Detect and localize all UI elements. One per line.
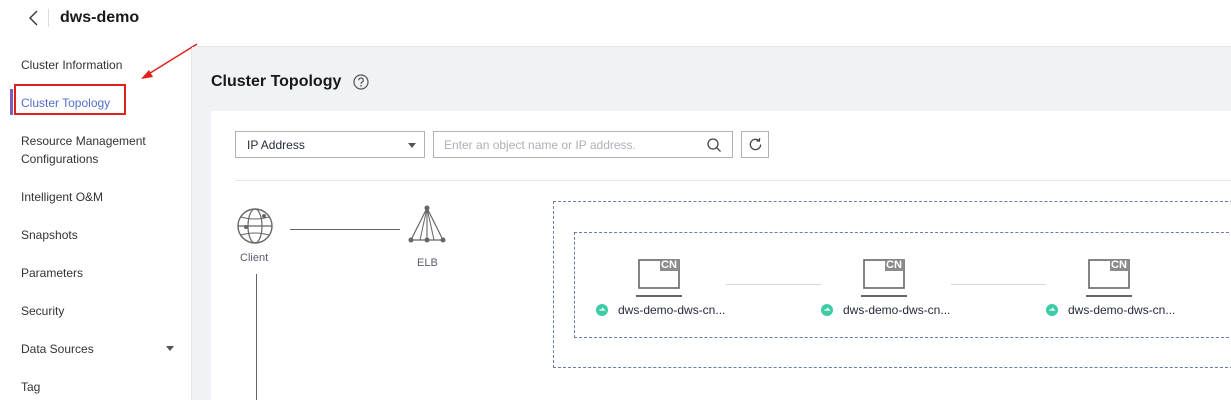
sidebar-item-security[interactable]: Security (21, 302, 64, 320)
cn-link (726, 284, 821, 285)
sidebar-item-intelligent-om[interactable]: Intelligent O&M (21, 188, 103, 206)
elb-icon[interactable] (406, 205, 448, 247)
page-title: Cluster Topology (211, 73, 342, 90)
chevron-left-icon[interactable] (26, 8, 42, 28)
cn-node-name: dws-demo-dws-cn... (618, 303, 726, 317)
client-elb-link (290, 229, 400, 230)
status-running-icon (596, 304, 608, 316)
cn-badge: CN (1111, 259, 1127, 271)
elb-label: ELB (417, 257, 438, 269)
client-label: Client (240, 252, 269, 264)
cn-node[interactable]: CN dws-demo-dws-cn... (1046, 252, 1186, 322)
cn-badge: CN (661, 259, 677, 271)
sidebar-item-cluster-information[interactable]: Cluster Information (21, 56, 122, 74)
active-indicator (10, 89, 13, 115)
cn-node-name: dws-demo-dws-cn... (1068, 303, 1176, 317)
client-vertical-link (256, 274, 257, 400)
filter-type-select[interactable]: IP Address (235, 131, 425, 158)
page-header-title: dws-demo (60, 9, 140, 26)
cn-link (951, 284, 1046, 285)
cn-badge: CN (886, 259, 902, 271)
panel-divider (235, 180, 1231, 181)
sidebar-item-tag[interactable]: Tag (21, 378, 40, 396)
cn-node[interactable]: CN dws-demo-dws-cn... (821, 252, 961, 322)
search-input[interactable] (444, 136, 694, 153)
refresh-button[interactable] (741, 131, 769, 158)
refresh-icon (749, 138, 762, 151)
title-divider (48, 9, 49, 27)
search-field[interactable] (433, 131, 733, 158)
sidebar-item-resource-management[interactable]: Resource Management Configurations (21, 132, 171, 168)
sidebar-item-parameters[interactable]: Parameters (21, 264, 83, 282)
sidebar-item-snapshots[interactable]: Snapshots (21, 226, 78, 244)
question-circle-icon[interactable] (353, 74, 369, 90)
chevron-down-icon[interactable] (166, 346, 174, 351)
chevron-down-icon (408, 143, 416, 148)
cn-node[interactable]: CN dws-demo-dws-cn... (596, 252, 736, 322)
status-running-icon (821, 304, 833, 316)
search-icon[interactable] (706, 137, 722, 153)
status-running-icon (1046, 304, 1058, 316)
cn-node-name: dws-demo-dws-cn... (843, 303, 951, 317)
sidebar-item-data-sources[interactable]: Data Sources (21, 340, 94, 358)
annotation-highlight-box (14, 84, 126, 115)
globe-icon[interactable] (236, 207, 274, 245)
filter-type-value: IP Address (247, 138, 305, 152)
